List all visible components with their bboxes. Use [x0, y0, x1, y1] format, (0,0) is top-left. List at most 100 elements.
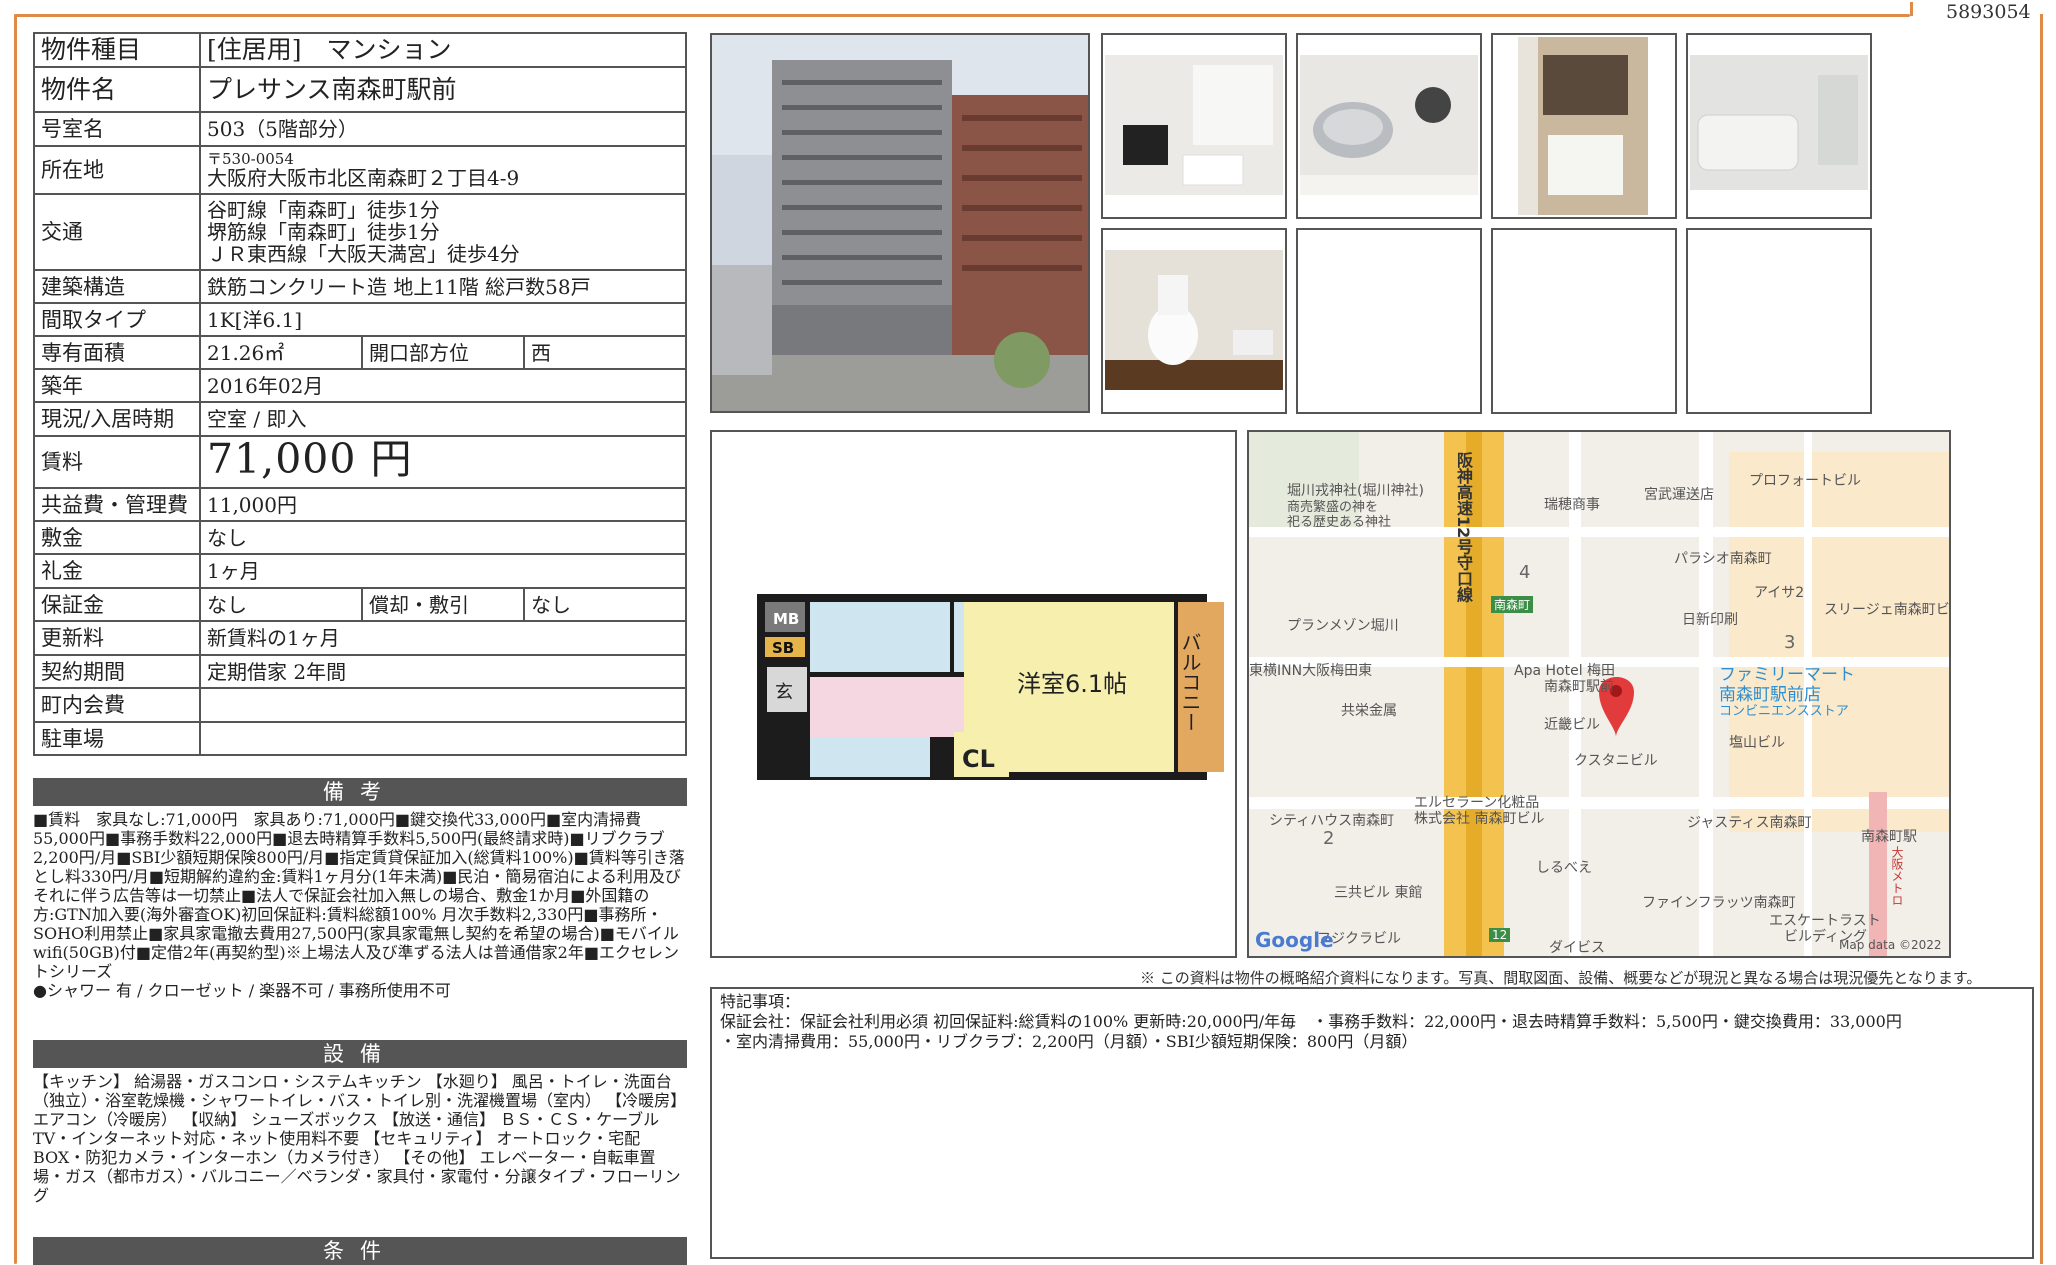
- location-map[interactable]: 堀川戎神社(堀川神社) 商売繁盛の神を 祀る歴史ある神社 瑞穂商事 宮武運送店 …: [1247, 430, 1951, 958]
- access-label: 交通: [33, 193, 201, 271]
- type-value: [住居用] マンション: [199, 32, 687, 68]
- map-label: 塩山ビル: [1729, 735, 1785, 751]
- map-label: 日新印刷: [1682, 612, 1738, 628]
- remarks-heading: 備考: [33, 778, 687, 806]
- toilet-photo-image: [1103, 230, 1285, 412]
- rent-unit: 円: [370, 436, 412, 483]
- access-line: 谷町線「南森町」徒歩1分: [207, 198, 440, 222]
- interior-photo-kitchen: [1296, 33, 1482, 219]
- deposit-value: なし: [199, 520, 687, 555]
- kitchen-photo-image: [1298, 35, 1480, 217]
- address-cell: 〒530-0054 大阪府大阪市北区南森町２丁目4-9: [199, 145, 687, 195]
- floorplan-room-label: 洋室6.1帖: [1017, 670, 1127, 698]
- conditions-heading: 条件: [33, 1237, 687, 1265]
- map-label: 共栄金属: [1341, 703, 1397, 719]
- special-notes-line: ・室内清掃費用：55,000円・リブクラブ：2,200円（月額）・SBI少額短期…: [720, 1032, 1418, 1051]
- structure-label: 建築構造: [33, 269, 201, 304]
- frame-border-right: [2040, 14, 2043, 1264]
- address-value: 大阪府大阪市北区南森町２丁目4-9: [207, 166, 520, 190]
- access-line: ＪＲ東西線「大阪天満宮」徒歩4分: [207, 242, 520, 266]
- type-label: 物件種目: [33, 32, 201, 68]
- equipment-heading: 設備: [33, 1040, 687, 1068]
- map-label: 阪神高速12号守口線: [1454, 452, 1473, 603]
- access-cell: 谷町線「南森町」徒歩1分 堺筋線「南森町」徒歩1分 ＪＲ東西線「大阪天満宮」徒歩…: [199, 193, 687, 271]
- map-label: 南森町駅: [1861, 829, 1917, 845]
- map-label: 三共ビル 東館: [1334, 885, 1423, 901]
- structure-value: 鉄筋コンクリート造 地上11階 総戸数58戸: [199, 269, 687, 304]
- empty-photo-slot: [1491, 228, 1677, 414]
- layout-label: 間取タイプ: [33, 302, 201, 337]
- map-label: ジャスティス南森町: [1687, 815, 1812, 831]
- building-photo: [710, 33, 1090, 413]
- postal-code: 〒530-0054: [207, 150, 294, 168]
- built-value: 2016年02月: [199, 368, 687, 403]
- name-label: 物件名: [33, 66, 201, 113]
- status-value: 空室 / 即入: [199, 401, 687, 437]
- map-block-number: 2: [1323, 828, 1335, 849]
- parking-value: [199, 721, 687, 756]
- map-block-number: 3: [1784, 632, 1796, 653]
- rent-label: 賃料: [33, 435, 201, 489]
- frame-border-top: [14, 14, 1910, 17]
- map-label: しるべえ: [1536, 860, 1592, 876]
- map-label: スリージェ南森町ビ: [1824, 602, 1950, 618]
- contract-value: 定期借家 2年間: [199, 654, 687, 689]
- room-photo-image: [1103, 35, 1285, 217]
- map-label: 瑞穂商事: [1544, 497, 1600, 513]
- amortize-label: 償却・敷引: [361, 587, 525, 622]
- interior-photo-bath: [1686, 33, 1872, 219]
- document-number: 5893054: [1946, 1, 2031, 23]
- map-label: 株式会社 南森町ビル: [1414, 811, 1545, 827]
- address-label: 所在地: [33, 145, 201, 195]
- disclaimer-note: ※ この資料は物件の概略紹介資料になります。写真、間取図面、設備、概要などが現況…: [1140, 969, 1982, 987]
- property-name: プレサンス南森町駅前: [199, 66, 687, 113]
- map-label: 南森町: [1491, 596, 1534, 613]
- bath-photo-image: [1688, 35, 1870, 217]
- washroom-photo-image: [1493, 35, 1675, 217]
- map-route-number: 12: [1489, 928, 1511, 942]
- map-label: 南森町駅前: [1544, 679, 1614, 695]
- fee-label: 共益費・管理費: [33, 487, 201, 522]
- rent-value: 71,000: [207, 436, 357, 483]
- map-block-number: 4: [1519, 562, 1531, 583]
- floorplan-sb: SB: [772, 639, 794, 657]
- frame-border-left: [14, 14, 17, 1264]
- built-label: 築年: [33, 368, 201, 403]
- empty-photo-slot: [1296, 228, 1482, 414]
- frame-border-tab: [1910, 2, 1913, 16]
- area-label: 専有面積: [33, 335, 201, 370]
- remarks-text: ■賃料 家具なし:71,000円 家具あり:71,000円■鍵交換代33,000…: [33, 810, 685, 981]
- interior-photo-washroom: [1491, 33, 1677, 219]
- map-label: ファインフラッツ南森町: [1642, 895, 1796, 911]
- floorplan-closet: CL: [962, 745, 995, 773]
- map-label: クスタニビル: [1574, 753, 1658, 769]
- special-notes-line: 保証会社：保証会社利用必須 初回保証料:総賃料の100% 更新時:20,000円…: [720, 1012, 1902, 1031]
- deposit-label: 敷金: [33, 520, 201, 555]
- amortize-value: なし: [523, 587, 687, 622]
- key-money-label: 礼金: [33, 553, 201, 589]
- remarks-box: ■賃料 家具なし:71,000円 家具あり:71,000円■鍵交換代33,000…: [33, 810, 687, 1035]
- map-label: プランメゾン堀川: [1287, 618, 1399, 634]
- room-label: 号室名: [33, 111, 201, 147]
- floorplan-entrance: 玄: [775, 682, 793, 703]
- map-label: 大阪メトロ: [1890, 846, 1904, 906]
- interior-photo-room: [1101, 33, 1287, 219]
- special-notes-title: 特記事項：: [720, 992, 801, 1011]
- key-money-value: 1ヶ月: [199, 553, 687, 589]
- interior-photo-toilet: [1101, 228, 1287, 414]
- contract-label: 契約期間: [33, 654, 201, 689]
- community-label: 町内会費: [33, 687, 201, 723]
- google-logo: Google: [1255, 928, 1334, 952]
- parking-label: 駐車場: [33, 721, 201, 756]
- renewal-value: 新賃料の1ヶ月: [199, 620, 687, 656]
- renewal-label: 更新料: [33, 620, 201, 656]
- map-label: 宮武運送店: [1644, 487, 1714, 503]
- remarks-line2: ●シャワー 有 / クローゼット / 楽器不可 / 事務所使用不可: [33, 981, 451, 1000]
- map-label: 近畿ビル: [1544, 717, 1600, 733]
- direction-value: 西: [523, 335, 687, 370]
- property-table: 物件種目 [住居用] マンション 物件名 プレサンス南森町駅前 号室名 503（…: [33, 32, 687, 756]
- access-line: 堺筋線「南森町」徒歩1分: [207, 220, 440, 244]
- fee-value: 11,000円: [199, 487, 687, 522]
- map-label: プロフォートビル: [1749, 473, 1861, 489]
- map-attribution: Map data ©2022: [1839, 938, 1942, 952]
